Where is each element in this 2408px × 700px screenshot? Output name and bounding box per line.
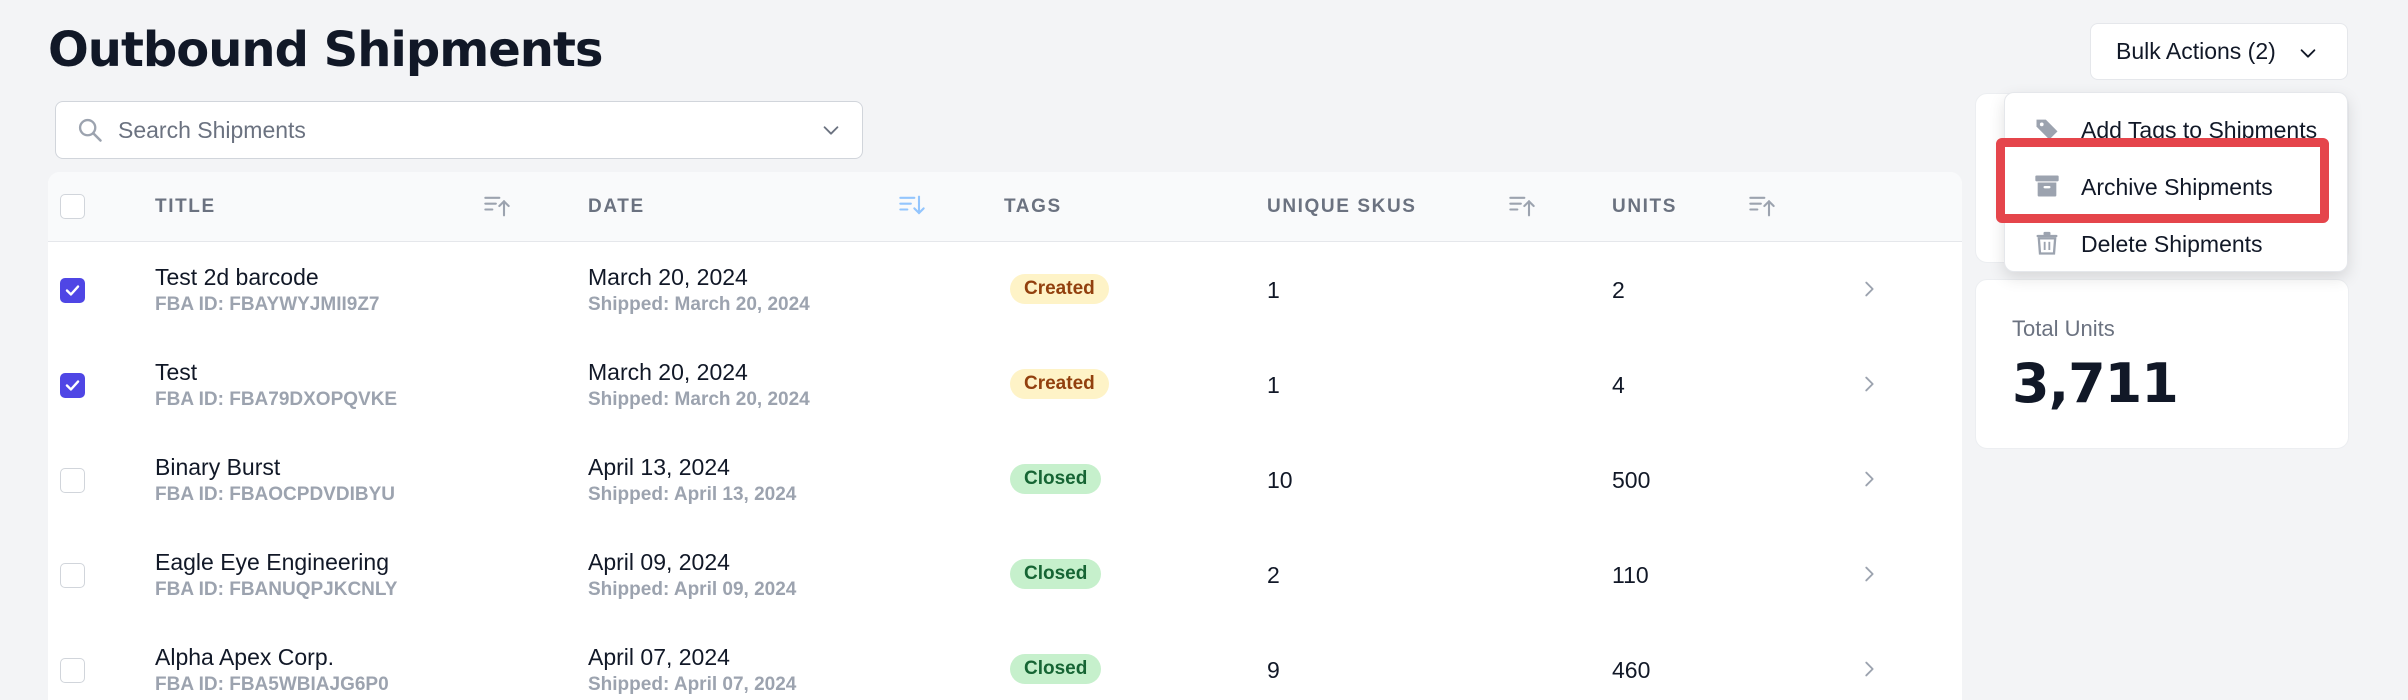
shipment-title[interactable]: Eagle Eye Engineering — [155, 549, 389, 576]
status-badge: Closed — [1010, 654, 1102, 684]
menu-item-archive[interactable]: Archive Shipments — [2005, 158, 2347, 214]
row-checkbox[interactable] — [60, 658, 85, 683]
bulk-actions-label: Bulk Actions (2) — [2116, 38, 2276, 64]
unique-skus-value: 1 — [1267, 277, 1280, 303]
shipped-date: Shipped: March 20, 2024 — [588, 294, 810, 315]
table-row[interactable]: Test 2d barcode FBA ID: FBAYWYJMII9Z7 Ma… — [48, 242, 1962, 337]
bulk-actions-button[interactable]: Bulk Actions (2) — [2090, 23, 2348, 80]
status-badge: Closed — [1010, 559, 1102, 589]
sort-ascending-icon[interactable] — [1508, 192, 1536, 220]
chevron-down-icon[interactable] — [820, 119, 842, 141]
shipped-date: Shipped: April 07, 2024 — [588, 674, 797, 695]
shipped-date: Shipped: March 20, 2024 — [588, 389, 810, 410]
menu-item-add-tags[interactable]: Add Tags to Shipments — [2005, 101, 2347, 157]
tag-icon — [2036, 119, 2058, 140]
menu-item-delete[interactable]: Delete Shipments — [2005, 215, 2347, 271]
unique-skus-value: 9 — [1267, 657, 1280, 683]
shipment-title[interactable]: Binary Burst — [155, 454, 280, 481]
search-input[interactable] — [118, 116, 820, 144]
bulk-actions-menu: Add Tags to Shipments Archive Shipments … — [2004, 92, 2348, 272]
fba-id: FBA ID: FBA79DXOPQVKE — [155, 389, 398, 410]
status-badge: Created — [1010, 369, 1109, 399]
page-title: Outbound Shipments — [48, 22, 603, 78]
units-value: 500 — [1612, 467, 1651, 493]
shipment-date: April 09, 2024 — [588, 549, 730, 575]
column-header-title[interactable]: TITLE — [155, 196, 216, 218]
units-value: 460 — [1612, 657, 1651, 683]
sort-descending-icon[interactable] — [898, 192, 926, 220]
total-units-value: 3,711 — [2012, 352, 2179, 415]
fba-id: FBA ID: FBAYWYJMII9Z7 — [155, 294, 380, 315]
shipment-title[interactable]: Alpha Apex Corp. — [155, 644, 334, 671]
row-checkbox[interactable] — [60, 563, 85, 588]
column-header-date[interactable]: DATE — [588, 196, 645, 218]
row-checkbox[interactable] — [60, 373, 85, 398]
total-units-label: Total Units — [2012, 316, 2115, 341]
chevron-right-icon[interactable] — [1858, 658, 1880, 680]
menu-item-label: Archive Shipments — [2081, 174, 2273, 200]
column-header-units[interactable]: UNITS — [1612, 196, 1677, 218]
check-icon — [65, 285, 80, 296]
shipment-title[interactable]: Test 2d barcode — [155, 264, 319, 291]
table-row[interactable]: Alpha Apex Corp. FBA ID: FBA5WBIAJG6P0 A… — [48, 622, 1962, 700]
table-row[interactable]: Eagle Eye Engineering FBA ID: FBANUQPJKC… — [48, 527, 1962, 622]
chevron-right-icon[interactable] — [1858, 278, 1880, 300]
status-badge: Created — [1010, 274, 1109, 304]
menu-item-label: Add Tags to Shipments — [2081, 117, 2318, 143]
unique-skus-value: 10 — [1267, 467, 1293, 493]
row-checkbox[interactable] — [60, 278, 85, 303]
sort-ascending-icon[interactable] — [483, 192, 511, 220]
table-row[interactable]: Test FBA ID: FBA79DXOPQVKE March 20, 202… — [48, 337, 1962, 432]
total-units-card: Total Units 3,711 — [1975, 279, 2349, 449]
table-row[interactable]: Binary Burst FBA ID: FBAOCPDVDIBYU April… — [48, 432, 1962, 527]
shipment-title[interactable]: Test — [155, 359, 197, 386]
units-value: 4 — [1612, 372, 1625, 398]
search-icon — [78, 118, 102, 142]
sort-ascending-icon[interactable] — [1748, 192, 1776, 220]
units-value: 110 — [1612, 562, 1649, 588]
shipped-date: Shipped: April 09, 2024 — [588, 579, 797, 600]
unique-skus-value: 2 — [1267, 562, 1280, 588]
fba-id: FBA ID: FBAOCPDVDIBYU — [155, 484, 395, 505]
unique-skus-value: 1 — [1267, 372, 1280, 398]
table-header: TITLE DATE TAGS UNIQUE SKUS UNITS — [48, 172, 1962, 242]
search-box[interactable] — [55, 101, 863, 159]
shipments-table: TITLE DATE TAGS UNIQUE SKUS UNITS Test 2… — [48, 172, 1962, 700]
units-value: 2 — [1612, 277, 1625, 303]
fba-id: FBA ID: FBANUQPJKCNLY — [155, 579, 398, 600]
chevron-right-icon[interactable] — [1858, 468, 1880, 490]
archive-icon — [2035, 175, 2059, 197]
fba-id: FBA ID: FBA5WBIAJG6P0 — [155, 674, 389, 695]
menu-item-label: Delete Shipments — [2081, 231, 2263, 257]
chevron-right-icon[interactable] — [1858, 373, 1880, 395]
select-all-checkbox[interactable] — [60, 194, 85, 219]
shipment-date: March 20, 2024 — [588, 359, 748, 385]
shipment-date: March 20, 2024 — [588, 264, 748, 290]
chevron-down-icon — [2300, 49, 2316, 58]
shipment-date: April 07, 2024 — [588, 644, 730, 670]
shipped-date: Shipped: April 13, 2024 — [588, 484, 797, 505]
trash-icon — [2036, 231, 2058, 255]
chevron-right-icon[interactable] — [1858, 563, 1880, 585]
status-badge: Closed — [1010, 464, 1102, 494]
column-header-tags: TAGS — [1004, 196, 1062, 217]
column-header-unique-skus[interactable]: UNIQUE SKUS — [1267, 196, 1417, 218]
shipment-date: April 13, 2024 — [588, 454, 730, 480]
check-icon — [65, 380, 80, 391]
row-checkbox[interactable] — [60, 468, 85, 493]
